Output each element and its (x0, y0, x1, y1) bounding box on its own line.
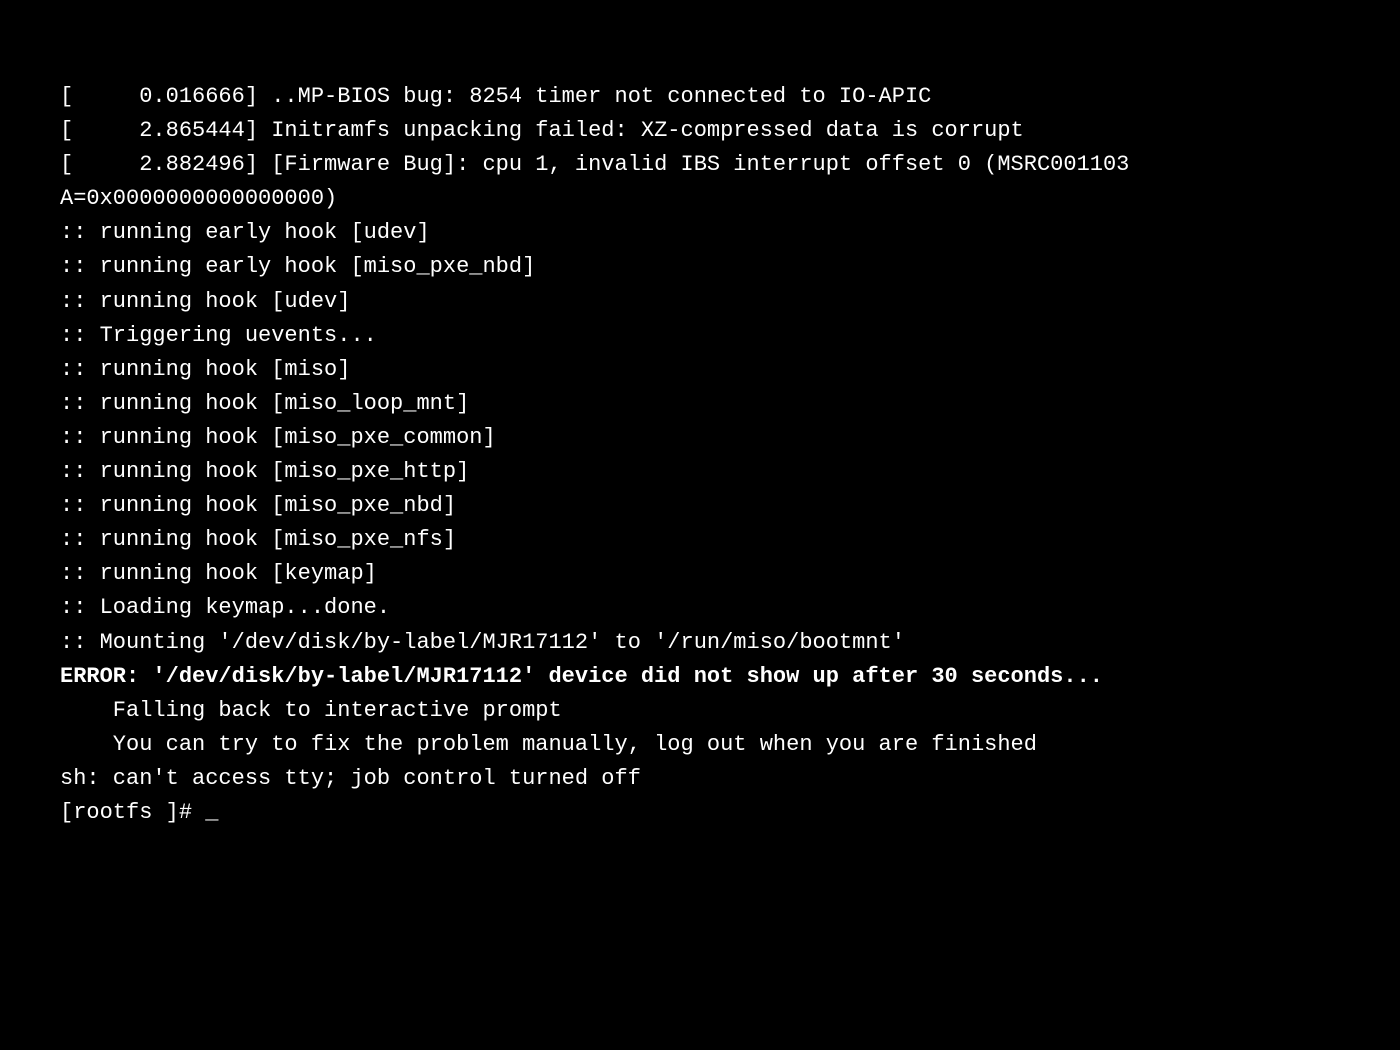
terminal-line-line10: :: running hook [miso_loop_mnt] (60, 387, 1340, 421)
terminal-line-line8: :: Triggering uevents... (60, 319, 1340, 353)
terminal-line-line22: [rootfs ]# _ (60, 796, 1340, 830)
terminal-line-line20: You can try to fix the problem manually,… (60, 728, 1340, 762)
terminal-line-line6: :: running early hook [miso_pxe_nbd] (60, 250, 1340, 284)
terminal-line-line21: sh: can't access tty; job control turned… (60, 762, 1340, 796)
terminal-screen: [ 0.016666] ..MP-BIOS bug: 8254 timer no… (0, 0, 1400, 1050)
terminal-line-line4: A=0x0000000000000000) (60, 182, 1340, 216)
terminal-line-line16: :: Loading keymap...done. (60, 591, 1340, 625)
terminal-line-line12: :: running hook [miso_pxe_http] (60, 455, 1340, 489)
terminal-line-line1: [ 0.016666] ..MP-BIOS bug: 8254 timer no… (60, 80, 1340, 114)
terminal-line-line17: :: Mounting '/dev/disk/by-label/MJR17112… (60, 626, 1340, 660)
terminal-line-line18: ERROR: '/dev/disk/by-label/MJR17112' dev… (60, 660, 1340, 694)
terminal-line-line13: :: running hook [miso_pxe_nbd] (60, 489, 1340, 523)
terminal-line-line7: :: running hook [udev] (60, 285, 1340, 319)
terminal-line-line9: :: running hook [miso] (60, 353, 1340, 387)
terminal-line-line15: :: running hook [keymap] (60, 557, 1340, 591)
terminal-line-line5: :: running early hook [udev] (60, 216, 1340, 250)
terminal-line-line2: [ 2.865444] Initramfs unpacking failed: … (60, 114, 1340, 148)
terminal-line-line14: :: running hook [miso_pxe_nfs] (60, 523, 1340, 557)
terminal-line-line11: :: running hook [miso_pxe_common] (60, 421, 1340, 455)
terminal-line-line19: Falling back to interactive prompt (60, 694, 1340, 728)
terminal-line-line3: [ 2.882496] [Firmware Bug]: cpu 1, inval… (60, 148, 1340, 182)
